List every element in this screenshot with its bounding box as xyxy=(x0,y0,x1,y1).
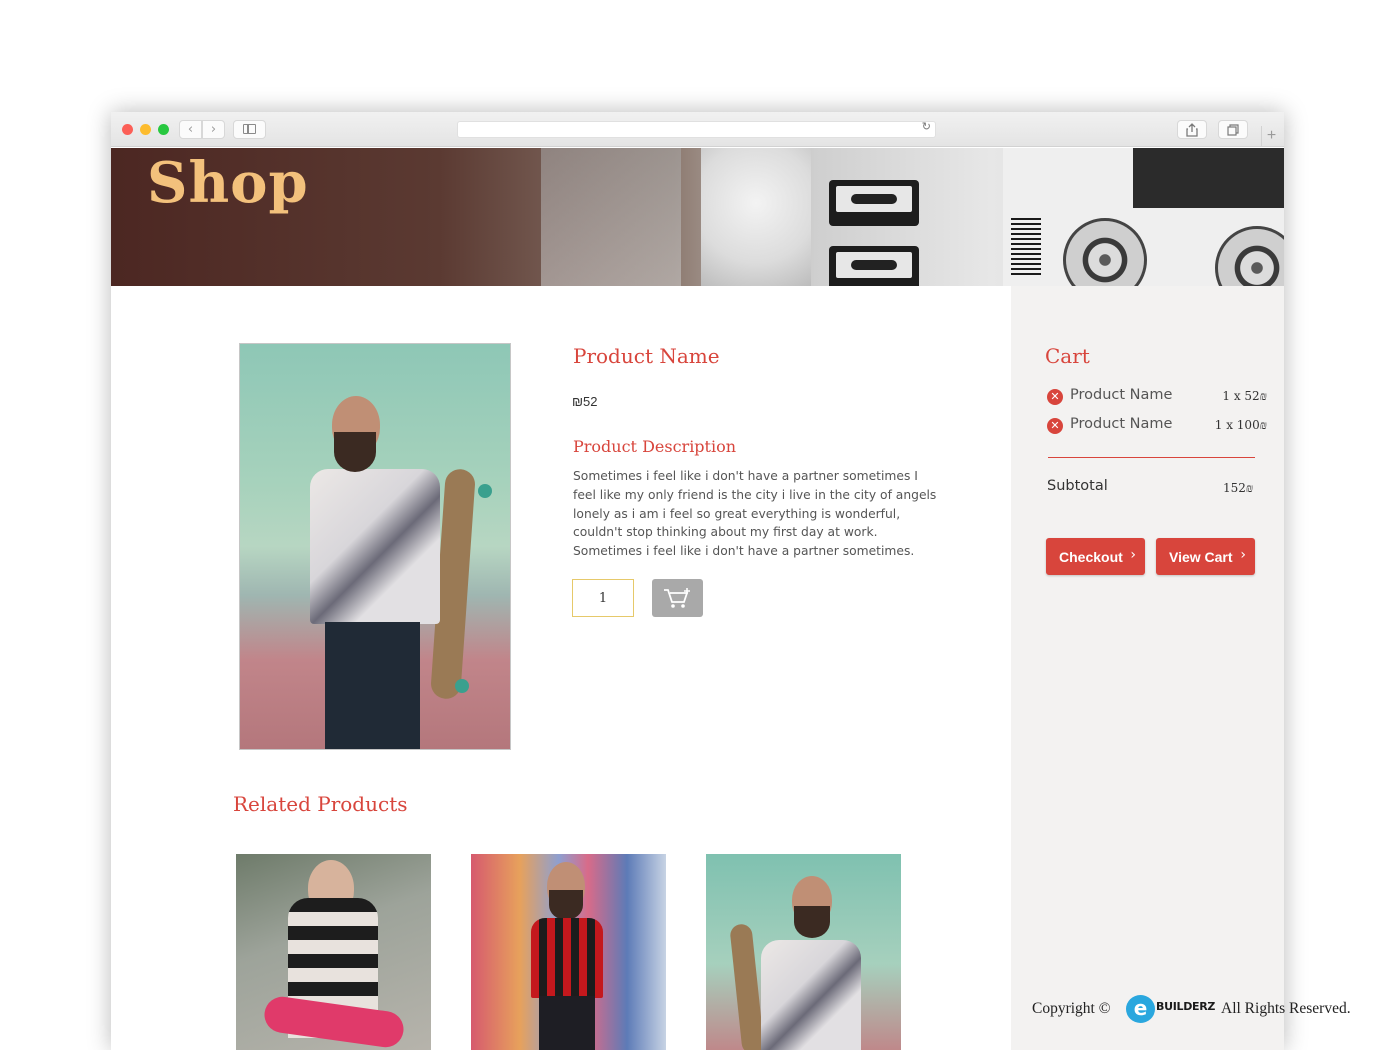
related-product-image[interactable] xyxy=(471,854,666,1050)
browser-window: ‹ › ↻ + Shop Product Name ₪52 Product De… xyxy=(111,112,1284,1050)
cart-item-name[interactable]: Product Name xyxy=(1070,387,1172,403)
new-tab-button[interactable]: + xyxy=(1261,126,1281,146)
cassette-image xyxy=(829,246,919,286)
cart-item-name[interactable]: Product Name xyxy=(1070,416,1172,432)
checkout-button[interactable]: Checkout › xyxy=(1046,538,1145,575)
cart-plus-icon xyxy=(664,588,690,608)
tabs-icon xyxy=(1227,124,1239,136)
related-products-title: Related Products xyxy=(233,792,408,816)
rights-text: All Rights Reserved. xyxy=(1221,1000,1351,1017)
copyright-text: Copyright © xyxy=(1032,1000,1111,1017)
product-name: Product Name xyxy=(573,344,720,368)
logo-e-icon: e xyxy=(1126,995,1155,1023)
forward-button[interactable]: › xyxy=(202,120,225,139)
share-button[interactable] xyxy=(1177,120,1207,139)
remove-item-icon[interactable]: ✕ xyxy=(1047,418,1063,434)
cart-item-qty-price: 1 x 52₪ xyxy=(1222,389,1267,403)
shirt-shape xyxy=(310,469,440,624)
reload-icon[interactable]: ↻ xyxy=(922,120,931,133)
logo-text: BUILDERZ xyxy=(1156,1000,1216,1013)
chevron-right-icon: › xyxy=(1240,547,1246,563)
add-to-cart-button[interactable] xyxy=(652,579,703,617)
cart-item: ✕ Product Name 1 x 52₪ xyxy=(1047,387,1267,407)
product-description: Sometimes i feel like i don't have a par… xyxy=(573,469,937,559)
cart-item: ✕ Product Name 1 x 100₪ xyxy=(1047,416,1267,436)
shop-banner: Shop xyxy=(111,148,1284,286)
banner-microphone-cover-image xyxy=(701,148,811,286)
related-product-image[interactable] xyxy=(706,854,901,1050)
sidebar-icon xyxy=(243,124,256,134)
beard-shape xyxy=(334,432,376,472)
chevron-right-icon: › xyxy=(1130,547,1136,563)
banner-device-image xyxy=(541,148,681,286)
subtotal-value: 152₪ xyxy=(1223,481,1254,495)
cart-title: Cart xyxy=(1045,344,1090,368)
product-description-title: Product Description xyxy=(573,437,737,456)
related-product-image[interactable] xyxy=(236,854,431,1050)
view-cart-button-label: View Cart xyxy=(1169,548,1233,565)
checkout-button-label: Checkout xyxy=(1059,548,1123,565)
quantity-input[interactable] xyxy=(572,579,634,617)
address-bar[interactable]: ↻ xyxy=(457,120,936,138)
sidebar-toggle-button[interactable] xyxy=(233,120,266,139)
cart-sidebar: Cart ✕ Product Name 1 x 52₪ ✕ Product Na… xyxy=(1011,286,1284,1050)
product-image[interactable] xyxy=(239,343,511,750)
page-title: Shop xyxy=(147,150,309,216)
view-cart-button[interactable]: View Cart › xyxy=(1156,538,1255,575)
browser-titlebar: ‹ › ↻ + xyxy=(111,112,1284,147)
cart-divider xyxy=(1048,457,1255,458)
subtotal-label: Subtotal xyxy=(1047,478,1108,494)
tabs-button[interactable] xyxy=(1218,120,1248,139)
product-detail: Product Name ₪52 Product Description Som… xyxy=(111,286,1011,1050)
tape-deck-image xyxy=(1003,148,1284,286)
back-button[interactable]: ‹ xyxy=(179,120,202,139)
pants-shape xyxy=(325,622,420,749)
maximize-window-button[interactable] xyxy=(158,124,169,135)
share-icon xyxy=(1186,123,1198,137)
cassette-image xyxy=(829,180,919,226)
close-window-button[interactable] xyxy=(122,124,133,135)
minimize-window-button[interactable] xyxy=(140,124,151,135)
cart-item-qty-price: 1 x 100₪ xyxy=(1214,418,1267,432)
builderz-logo: e BUILDERZ xyxy=(1126,995,1218,1023)
remove-item-icon[interactable]: ✕ xyxy=(1047,389,1063,405)
product-price: ₪52 xyxy=(572,394,598,409)
